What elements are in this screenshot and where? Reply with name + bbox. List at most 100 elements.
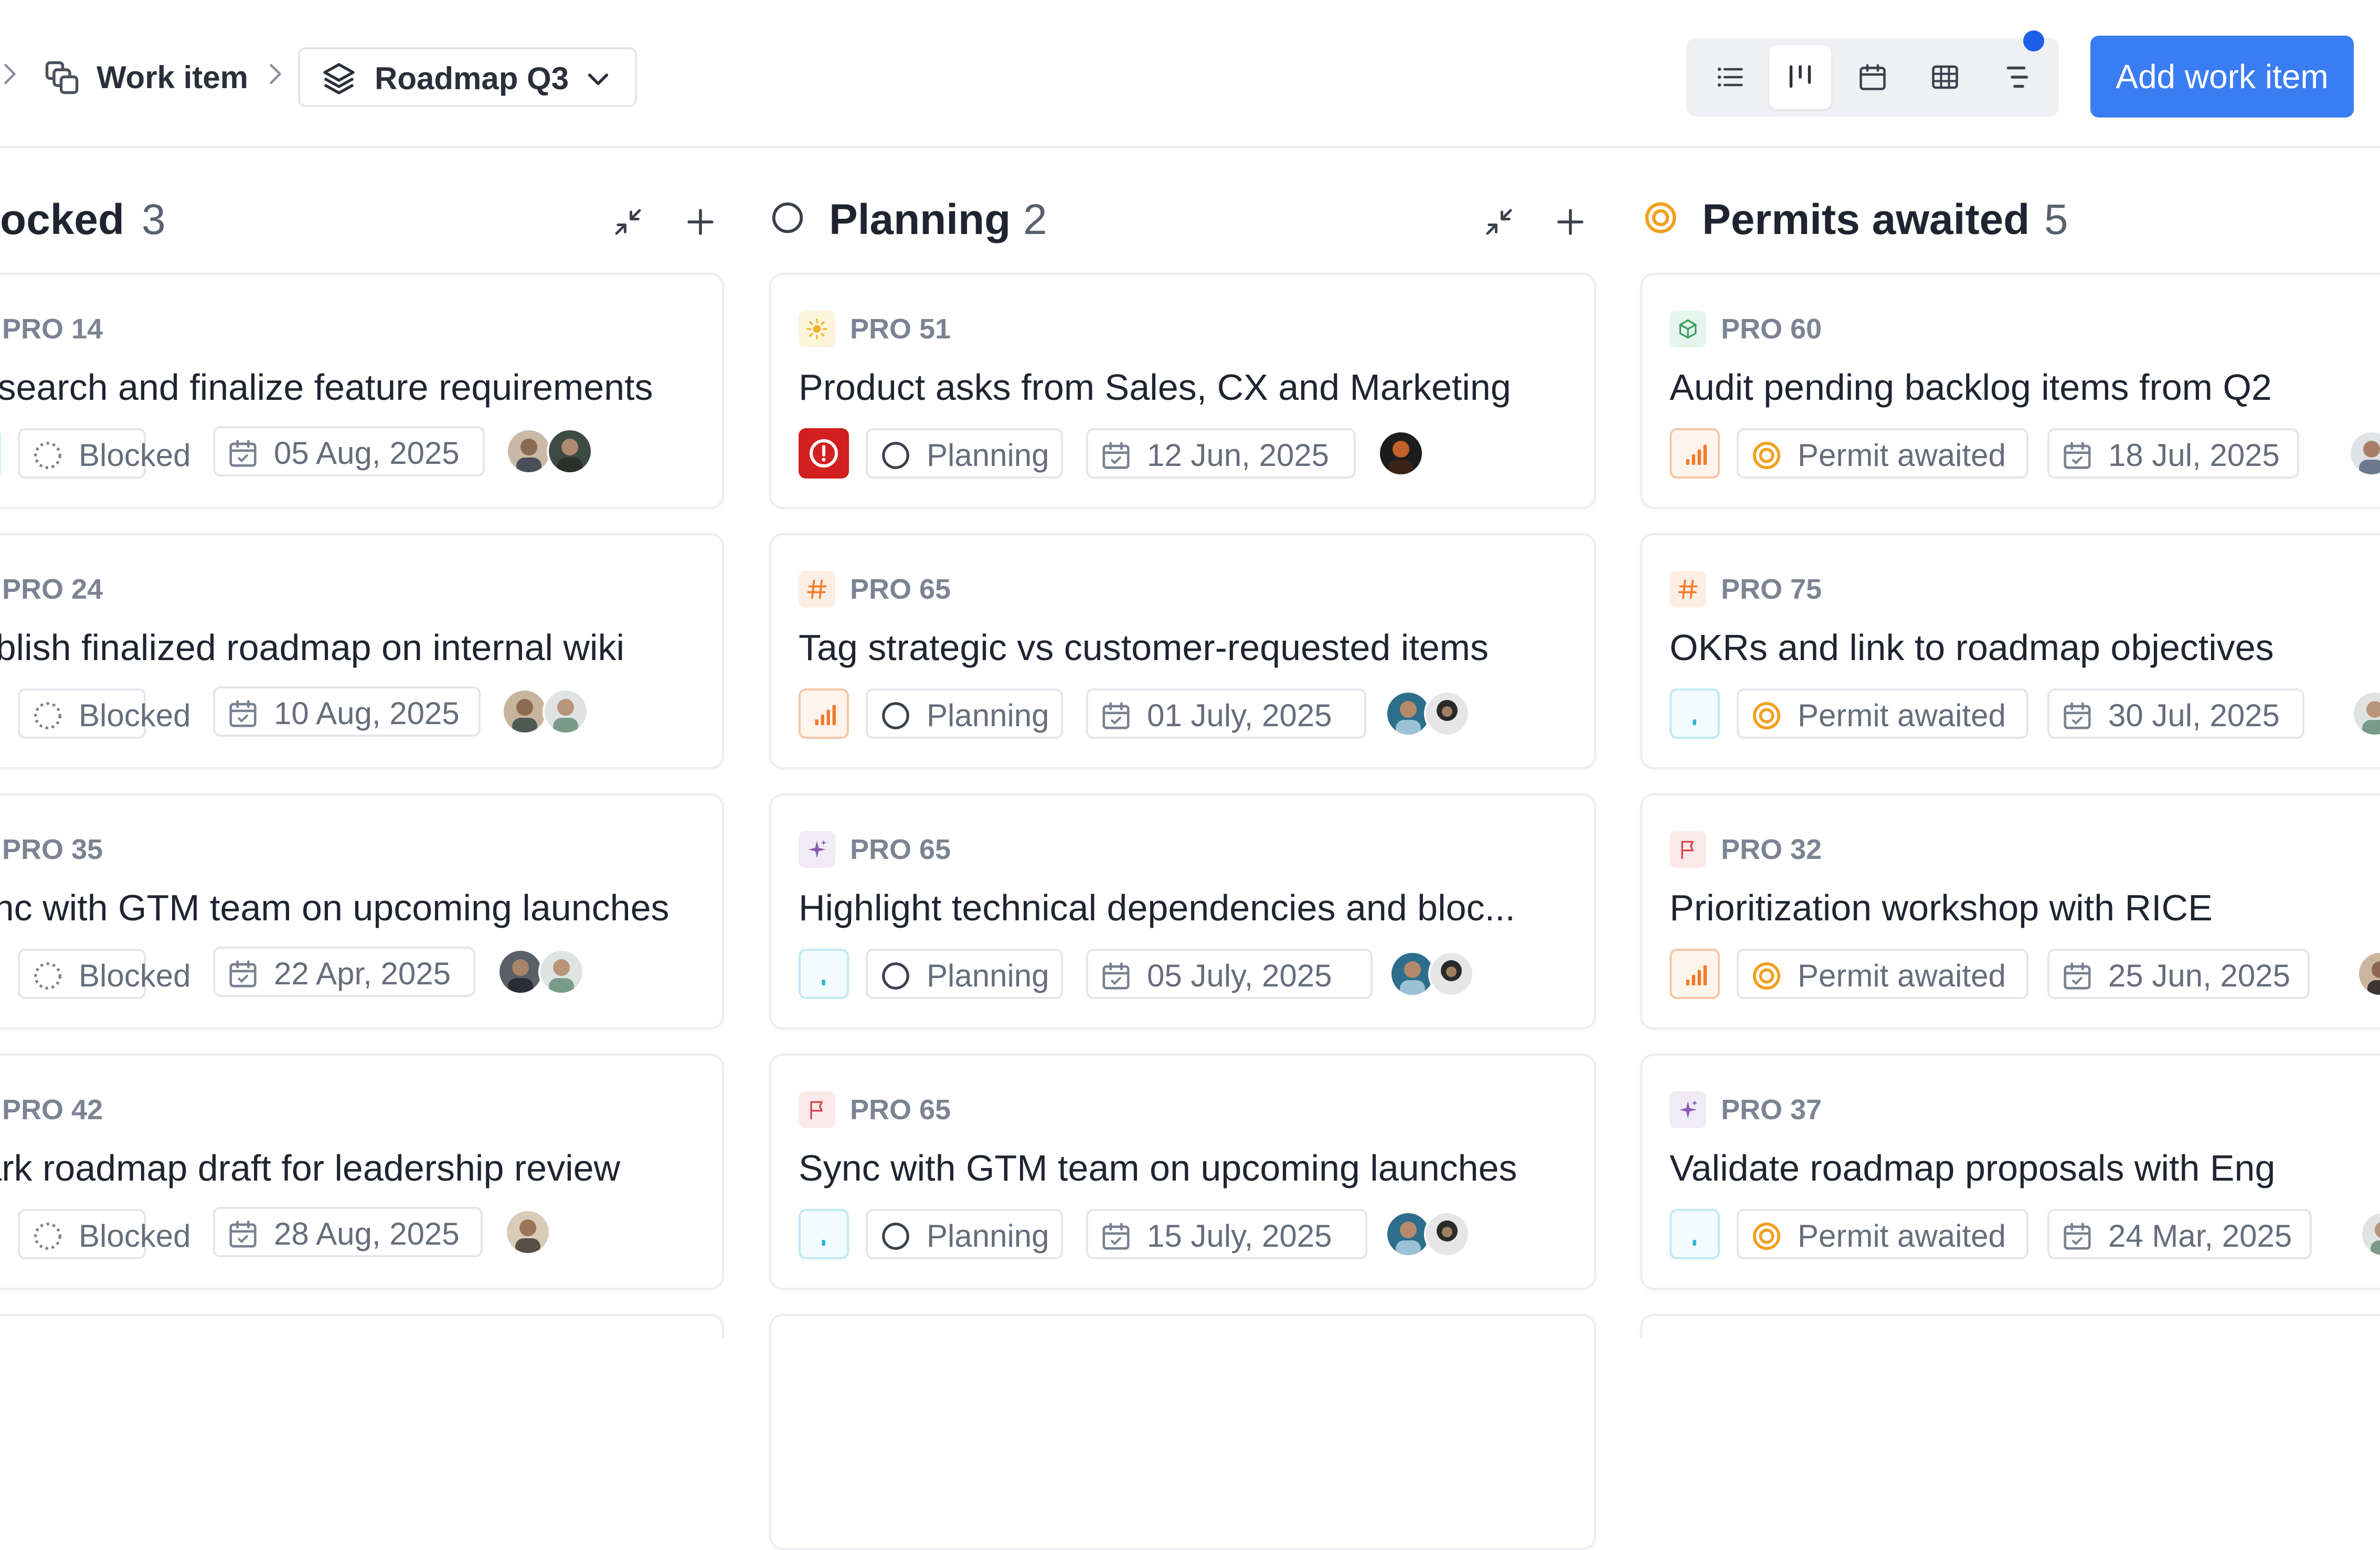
card-title: OKRs and link to roadmap objectives: [1670, 627, 2274, 668]
due-date-pill[interactable]: 01 July, 2025: [1086, 688, 1366, 739]
state-pill[interactable]: Planning: [866, 428, 1063, 479]
card-title: Audit pending backlog items from Q2: [1670, 367, 2272, 408]
state-label: Planning: [927, 1218, 1049, 1254]
due-date: 12 Jun, 2025: [1147, 438, 1329, 473]
add-icon[interactable]: [1553, 205, 1588, 239]
due-date: 01 July, 2025: [1147, 698, 1332, 733]
priority-high-icon[interactable]: [799, 688, 849, 739]
state-label: Planning: [927, 698, 1049, 733]
calendar-icon: [1100, 960, 1132, 992]
priority-low-icon[interactable]: [0, 428, 1, 479]
planning-status-icon: [879, 699, 912, 732]
state-pill[interactable]: Blocked: [18, 688, 190, 739]
calendar-icon: [2061, 439, 2094, 472]
work-item-card[interactable]: PRO 65 Highlight technical dependencies …: [769, 793, 1596, 1029]
card-meta: Permit awaited 25 Jun, 2025: [1670, 949, 2380, 999]
card-meta: Planning 01 July, 2025: [799, 688, 1594, 739]
state-pill[interactable]: Blocked: [18, 1209, 190, 1259]
work-item-card[interactable]: PRO 75 OKRs and link to roadmap objectiv…: [1640, 533, 2380, 769]
card-meta: Blocked: [0, 688, 722, 739]
card-id: PRO 42: [2, 1094, 103, 1126]
permit-status-icon: [1642, 199, 1679, 236]
state-pill[interactable]: Permit awaited: [1737, 688, 2028, 739]
due-date: 24 Mar, 2025: [2108, 1218, 2292, 1254]
column-title: Permits awaited: [1702, 196, 2030, 243]
state-pill[interactable]: Permit awaited: [1737, 428, 2028, 479]
priority-low-icon[interactable]: [799, 949, 849, 999]
column-count: 3: [142, 196, 166, 243]
priority-urgent-icon[interactable]: [799, 428, 849, 479]
due-date: 25 Jun, 2025: [2108, 958, 2290, 993]
state-label: Blocked: [79, 438, 191, 473]
permit-status-icon: [1750, 699, 1783, 732]
work-item-card[interactable]: [769, 1314, 1596, 1550]
priority-low-icon[interactable]: [1670, 1209, 1720, 1259]
due-date-pill[interactable]: 12 Jun, 2025: [1086, 428, 1356, 479]
work-item-card[interactable]: PRO 14 Research and finalize feature req…: [0, 273, 724, 509]
card-id: PRO 75: [1721, 574, 1822, 605]
work-item-card[interactable]: PRO 35 Sync with GTM team on upcoming la…: [0, 793, 724, 1029]
work-item-card[interactable]: [1640, 1314, 2380, 1338]
hash-icon: [1670, 571, 1706, 608]
card-id: PRO 65: [850, 834, 951, 865]
state-pill[interactable]: Planning: [866, 949, 1063, 999]
avatar[interactable]: [2357, 951, 2380, 997]
add-icon[interactable]: [683, 205, 718, 239]
column-count: 5: [2044, 196, 2068, 243]
card-id: PRO 65: [850, 574, 951, 605]
column-header-blocked: Blocked 3: [0, 189, 725, 247]
avatar[interactable]: [1378, 430, 1424, 476]
priority-high-icon[interactable]: [1670, 428, 1720, 479]
planning-status-icon: [879, 960, 912, 992]
state-pill[interactable]: Planning: [866, 1209, 1063, 1259]
calendar-icon: [2061, 699, 2094, 732]
card-id: PRO 65: [850, 1094, 951, 1126]
card-meta: Blocked: [0, 949, 722, 999]
card-meta: Permit awaited 24 Mar, 2025: [1670, 1209, 2380, 1259]
due-date: 18 Jul, 2025: [2108, 438, 2280, 473]
column-title: Blocked: [0, 196, 124, 243]
avatar[interactable]: [1424, 691, 1470, 737]
priority-high-icon[interactable]: [1670, 949, 1720, 999]
card-title: Product asks from Sales, CX and Marketin…: [799, 367, 1511, 408]
due-date-pill[interactable]: 05 July, 2025: [1086, 949, 1373, 999]
avatar[interactable]: [2352, 691, 2380, 737]
due-date-pill[interactable]: 15 July, 2025: [1086, 1209, 1367, 1259]
sun-icon: [799, 311, 835, 347]
state-pill[interactable]: Permit awaited: [1737, 1209, 2028, 1259]
collapse-icon[interactable]: [1482, 205, 1516, 239]
planning-status-icon: [879, 1220, 912, 1252]
state-pill[interactable]: Planning: [866, 688, 1063, 739]
state-pill[interactable]: Permit awaited: [1737, 949, 2028, 999]
state-pill[interactable]: Blocked: [18, 949, 190, 999]
card-title: Tag strategic vs customer-requested item…: [799, 627, 1489, 668]
avatar[interactable]: [2349, 430, 2380, 476]
priority-low-icon[interactable]: [799, 1209, 849, 1259]
collapse-icon[interactable]: [611, 205, 645, 239]
work-item-card[interactable]: PRO 65 Sync with GTM team on upcoming la…: [769, 1054, 1596, 1290]
card-id: PRO 60: [1721, 313, 1822, 345]
work-item-card[interactable]: PRO 42 Mark roadmap draft for leadership…: [0, 1054, 724, 1290]
work-item-card[interactable]: PRO 65 Tag strategic vs customer-request…: [769, 533, 1596, 769]
work-item-card[interactable]: [0, 1314, 724, 1338]
avatar[interactable]: [2360, 1211, 2380, 1257]
work-item-card[interactable]: PRO 37 Validate roadmap proposals with E…: [1640, 1054, 2380, 1290]
work-item-card[interactable]: PRO 24 Publish finalized roadmap on inte…: [0, 533, 724, 769]
state-label: Blocked: [79, 958, 191, 993]
state-label: Permit awaited: [1798, 958, 2006, 993]
work-item-card[interactable]: PRO 32 Prioritization workshop with RICE…: [1640, 793, 2380, 1029]
blocked-status-icon: [31, 439, 64, 472]
due-date-pill[interactable]: 24 Mar, 2025: [2047, 1209, 2312, 1259]
card-id: PRO 35: [2, 834, 103, 865]
state-label: Permit awaited: [1798, 438, 2006, 473]
due-date-pill[interactable]: 18 Jul, 2025: [2047, 428, 2299, 479]
due-date-pill[interactable]: 30 Jul, 2025: [2047, 688, 2304, 739]
work-item-card[interactable]: PRO 51 Product asks from Sales, CX and M…: [769, 273, 1596, 509]
avatar[interactable]: [1424, 1211, 1470, 1257]
card-id: PRO 51: [850, 313, 951, 345]
work-item-card[interactable]: PRO 60 Audit pending backlog items from …: [1640, 273, 2380, 509]
state-pill[interactable]: Blocked: [18, 428, 190, 479]
due-date-pill[interactable]: 25 Jun, 2025: [2047, 949, 2310, 999]
priority-low-icon[interactable]: [1670, 688, 1720, 739]
avatar[interactable]: [1428, 951, 1474, 997]
